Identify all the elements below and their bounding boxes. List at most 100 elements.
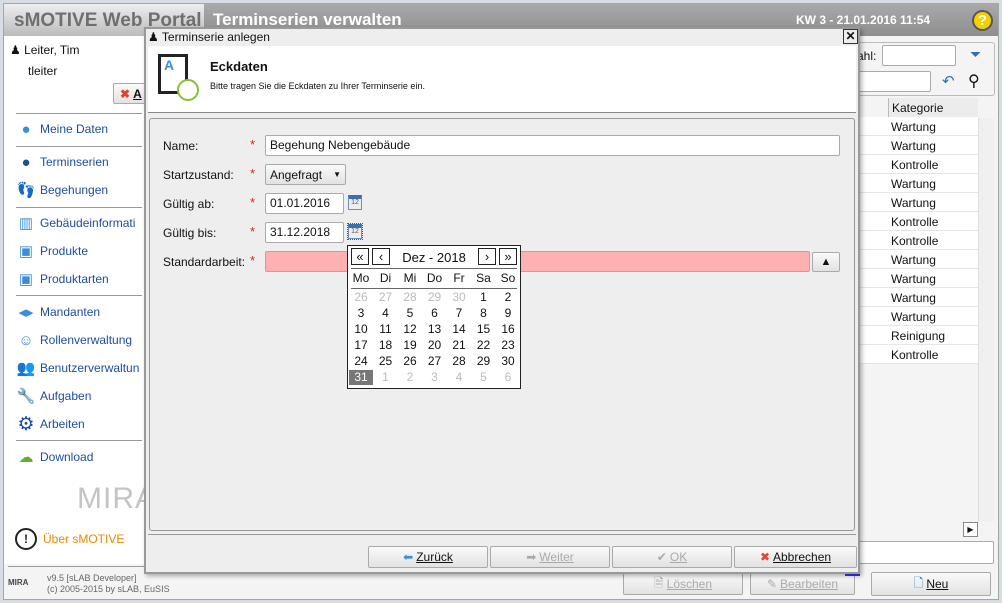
calendar-day[interactable]: 7 bbox=[447, 306, 471, 321]
version: v9.5 [sLAB Developer] bbox=[47, 573, 137, 583]
gueltig-bis-input[interactable]: 31.12.2018 bbox=[265, 222, 344, 243]
required-marker: * bbox=[250, 195, 256, 210]
table-row[interactable]: Kontrolle bbox=[855, 345, 978, 364]
calendar-day[interactable]: 10 bbox=[349, 322, 373, 337]
sidebar-item-produktarten[interactable]: ▣ Produktarten bbox=[16, 268, 109, 290]
sidebar-item-arbeiten[interactable]: ⚙ Arbeiten bbox=[16, 413, 84, 435]
table-row[interactable]: Kontrolle bbox=[855, 212, 978, 231]
prev-month-button[interactable]: ‹ bbox=[372, 248, 390, 265]
calendar-day[interactable]: 27 bbox=[374, 290, 398, 305]
table-row[interactable]: Wartung bbox=[855, 269, 978, 288]
calendar-day[interactable]: 3 bbox=[423, 370, 447, 385]
search-icon[interactable]: ⚲ bbox=[968, 71, 980, 91]
reset-icon[interactable]: ↶ bbox=[942, 72, 955, 90]
calendar-day[interactable]: 27 bbox=[423, 354, 447, 369]
calendar-day[interactable]: 30 bbox=[447, 290, 471, 305]
vertical-scrollbar[interactable] bbox=[978, 118, 994, 522]
calendar-day[interactable]: 9 bbox=[496, 306, 520, 321]
calendar-day[interactable]: 8 bbox=[472, 306, 496, 321]
table-row[interactable]: Reinigung bbox=[855, 326, 978, 345]
cancel-button[interactable]: ✖ Abbrechen bbox=[734, 546, 857, 568]
calendar-day[interactable]: 23 bbox=[496, 338, 520, 353]
recurring-user-icon: ● bbox=[21, 153, 31, 171]
calendar-day[interactable]: 1 bbox=[472, 290, 496, 305]
table-row[interactable]: Wartung bbox=[855, 288, 978, 307]
calendar-day[interactable]: 24 bbox=[349, 354, 373, 369]
next-year-button[interactable]: » bbox=[499, 248, 517, 265]
calendar-day[interactable]: 18 bbox=[374, 338, 398, 353]
calendar-day[interactable]: 2 bbox=[496, 290, 520, 305]
calendar-day[interactable]: 17 bbox=[349, 338, 373, 353]
calendar-day[interactable]: 2 bbox=[398, 370, 422, 385]
calendar-day[interactable]: 4 bbox=[447, 370, 471, 385]
dialog-close-button[interactable]: ✕ bbox=[843, 29, 858, 44]
calendar-day[interactable]: 29 bbox=[472, 354, 496, 369]
table-row[interactable]: Wartung bbox=[855, 136, 978, 155]
sidebar-item-terminserien[interactable]: ● Terminserien bbox=[16, 151, 108, 173]
tenants-icon: ◂▸ bbox=[18, 304, 34, 321]
calendar-day[interactable]: 22 bbox=[472, 338, 496, 353]
calendar-day[interactable]: 20 bbox=[423, 338, 447, 353]
calendar-day[interactable]: 14 bbox=[447, 322, 471, 337]
calendar-day[interactable]: 6 bbox=[423, 306, 447, 321]
table-row[interactable]: Kontrolle bbox=[855, 231, 978, 250]
calendar-day[interactable]: 12 bbox=[398, 322, 422, 337]
startzustand-select[interactable]: Angefragt ▼ bbox=[265, 164, 346, 185]
sidebar-item-gebaeude[interactable]: ▥ Gebäudeinformati bbox=[16, 212, 135, 234]
sidebar-item-begehungen[interactable]: 👣 Begehungen bbox=[16, 179, 108, 201]
next-button[interactable]: ➡ Weiter bbox=[490, 546, 610, 568]
calendar-day[interactable]: 26 bbox=[349, 290, 373, 305]
about-link[interactable]: ! Über sMOTIVE bbox=[15, 528, 124, 550]
filter-edit-icon[interactable]: ⏷ bbox=[970, 46, 981, 63]
calendar-day[interactable]: 6 bbox=[496, 370, 520, 385]
filter-input[interactable] bbox=[882, 45, 956, 66]
calendar-day[interactable]: 13 bbox=[423, 322, 447, 337]
gueltig-ab-input[interactable]: 01.01.2016 bbox=[265, 193, 344, 214]
edit-button[interactable]: ✎ Bearbeiten bbox=[750, 573, 855, 595]
standardarbeit-picker-button[interactable]: ▲ bbox=[812, 252, 840, 272]
calendar-day[interactable]: 21 bbox=[447, 338, 471, 353]
delete-button[interactable]: 🗎 Löschen bbox=[623, 573, 743, 595]
calendar-day[interactable]: 29 bbox=[423, 290, 447, 305]
sidebar-item-rollen[interactable]: ☺ Rollenverwaltung bbox=[16, 329, 132, 351]
table-row[interactable]: Wartung bbox=[855, 174, 978, 193]
sidebar-item-meine-daten[interactable]: ● Meine Daten bbox=[16, 118, 108, 140]
calendar-day[interactable]: 3 bbox=[349, 306, 373, 321]
back-button[interactable]: ⬅ Zurück bbox=[368, 546, 488, 568]
table-row[interactable]: Wartung bbox=[855, 117, 978, 136]
calendar-day[interactable]: 11 bbox=[374, 322, 398, 337]
calendar-day[interactable]: 30 bbox=[496, 354, 520, 369]
help-icon[interactable]: ? bbox=[972, 10, 993, 31]
scroll-right-button[interactable]: ▶ bbox=[963, 522, 978, 537]
table-row[interactable]: Wartung bbox=[855, 250, 978, 269]
calendar-icon[interactable]: 12 bbox=[348, 195, 362, 210]
table-row[interactable]: Wartung bbox=[855, 307, 978, 326]
sidebar-item-produkte[interactable]: ▣ Produkte bbox=[16, 240, 88, 262]
calendar-day[interactable]: 5 bbox=[398, 306, 422, 321]
new-button[interactable]: 🗋 Neu bbox=[871, 572, 991, 596]
next-month-button[interactable]: › bbox=[478, 248, 496, 265]
search-input[interactable] bbox=[855, 71, 931, 92]
sidebar-item-aufgaben[interactable]: 🔧 Aufgaben bbox=[16, 385, 92, 407]
table-row[interactable]: Wartung bbox=[855, 193, 978, 212]
sidebar-item-mandanten[interactable]: ◂▸ Mandanten bbox=[16, 301, 100, 323]
calendar-day[interactable]: 25 bbox=[374, 354, 398, 369]
name-input[interactable]: Begehung Nebengebäude bbox=[265, 135, 840, 156]
calendar-day[interactable]: 15 bbox=[472, 322, 496, 337]
calendar-day[interactable]: 5 bbox=[472, 370, 496, 385]
sidebar-item-download[interactable]: ☁ Download bbox=[16, 446, 94, 468]
calendar-day[interactable]: 26 bbox=[398, 354, 422, 369]
calendar-day[interactable]: 28 bbox=[447, 354, 471, 369]
column-header-kategorie[interactable]: Kategorie bbox=[888, 98, 978, 117]
calendar-day[interactable]: 4 bbox=[374, 306, 398, 321]
calendar-day[interactable]: 28 bbox=[398, 290, 422, 305]
ok-button[interactable]: ✔ OK bbox=[612, 546, 732, 568]
calendar-day[interactable]: 31 bbox=[349, 370, 373, 385]
sidebar-item-benutzer[interactable]: 👥 Benutzerverwaltun bbox=[16, 357, 140, 379]
prev-year-button[interactable]: « bbox=[351, 248, 369, 265]
calendar-day[interactable]: 19 bbox=[398, 338, 422, 353]
calendar-day[interactable]: 16 bbox=[496, 322, 520, 337]
calendar-icon[interactable]: 12 bbox=[347, 223, 363, 240]
calendar-day[interactable]: 1 bbox=[374, 370, 398, 385]
table-row[interactable]: Kontrolle bbox=[855, 155, 978, 174]
